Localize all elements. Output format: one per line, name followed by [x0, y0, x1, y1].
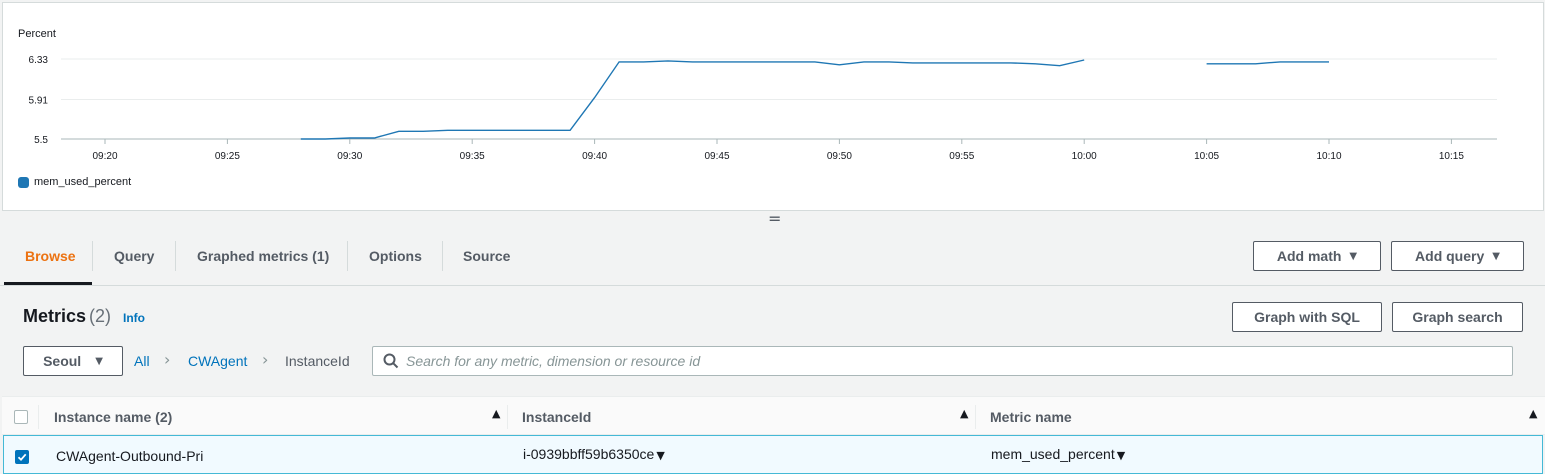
x-tick-label: 10:00: [1072, 151, 1097, 162]
sort-up-icon[interactable]: ▲: [1529, 407, 1537, 420]
checkmark-icon: [17, 453, 27, 462]
dropdown-arrow-icon[interactable]: ▼: [1117, 449, 1125, 462]
graph-search-button[interactable]: Graph search: [1392, 302, 1523, 332]
row-checkbox[interactable]: [15, 450, 29, 464]
metric-graph-panel: 6.33 5.91 5.5 09:20 09:25 09:30 09:35 09:40 09:4…: [2, 2, 1544, 211]
add-query-label: Add query: [1415, 248, 1485, 264]
x-tick-label: 10:05: [1194, 151, 1219, 162]
chevron-right-icon: ›: [262, 350, 269, 369]
tab-query[interactable]: Query: [93, 241, 175, 271]
breadcrumb-cwagent[interactable]: CWAgent: [188, 353, 247, 369]
panel-resize-handle[interactable]: =: [768, 211, 781, 227]
add-math-label: Add math: [1276, 248, 1342, 264]
tab-options[interactable]: Options: [348, 241, 443, 271]
select-all-checkbox[interactable]: [14, 410, 28, 424]
x-tick-label: 09:50: [827, 151, 852, 162]
x-tick-label: 09:30: [337, 151, 362, 162]
tabs-bar: Browse Query Graphed metrics (1) Options…: [0, 228, 1545, 286]
caret-down-icon: ▼: [1349, 250, 1358, 262]
caret-down-icon: ▼: [95, 355, 103, 367]
x-tick-label: 09:40: [582, 151, 607, 162]
series-line-mem-used-percent: [1206, 61, 1329, 65]
x-tick-label: 09:25: [215, 151, 240, 162]
search-icon: [383, 353, 399, 369]
y-axis-label: Percent: [18, 28, 56, 40]
legend-label: mem_used_percent: [34, 176, 132, 188]
column-divider: [507, 405, 508, 429]
tab-graphed-metrics[interactable]: Graphed metrics (1): [176, 241, 350, 271]
column-header-instanceid[interactable]: InstanceId: [522, 409, 591, 425]
y-tick-label: 5.91: [29, 95, 49, 106]
x-tick-label: 09:55: [949, 151, 974, 162]
dropdown-arrow-icon[interactable]: ▼: [656, 449, 664, 462]
tab-source[interactable]: Source: [442, 241, 531, 271]
y-tick-label: 6.33: [29, 55, 49, 66]
cell-instance-name: CWAgent-Outbound-Pri: [56, 448, 204, 464]
chart-legend[interactable]: mem_used_percent: [18, 176, 131, 188]
table-header: Instance name (2) ▲ InstanceId ▲ Metric …: [2, 396, 1545, 435]
tab-browse[interactable]: Browse: [4, 241, 97, 271]
x-tick-label: 09:35: [460, 151, 485, 162]
x-tick-label: 09:45: [704, 151, 729, 162]
cell-instance-id[interactable]: i-0939bbff59b6350ce ▼: [523, 446, 665, 462]
metric-search-box[interactable]: [372, 346, 1513, 376]
breadcrumb-all[interactable]: All: [134, 353, 150, 369]
metrics-heading: Metrics: [23, 306, 87, 326]
region-label: Seoul: [43, 353, 82, 369]
region-select[interactable]: Seoul ▼: [23, 346, 123, 376]
x-tick-label: 09:20: [92, 151, 117, 162]
instance-id-value: i-0939bbff59b6350ce: [523, 446, 655, 462]
info-link[interactable]: Info: [123, 311, 145, 325]
graph-with-sql-button[interactable]: Graph with SQL: [1232, 302, 1382, 332]
chevron-right-icon: ›: [164, 350, 171, 369]
metrics-count: (2): [89, 306, 111, 326]
column-divider: [975, 405, 976, 429]
legend-swatch: [18, 176, 29, 188]
caret-down-icon: ▼: [1492, 250, 1500, 262]
x-tick-label: 10:10: [1316, 151, 1341, 162]
column-divider: [38, 405, 39, 429]
cell-metric-name[interactable]: mem_used_percent ▼: [991, 446, 1125, 462]
column-header-instance-name[interactable]: Instance name (2): [54, 409, 172, 425]
search-input[interactable]: [406, 351, 1496, 371]
breadcrumb-instanceid: InstanceId: [285, 353, 350, 369]
line-chart[interactable]: 6.33 5.91 5.5 09:20 09:25 09:30 09:35 09:40 09:4…: [3, 3, 1543, 210]
sort-up-icon[interactable]: ▲: [960, 407, 968, 420]
sort-up-icon[interactable]: ▲: [492, 407, 500, 420]
table-row[interactable]: CWAgent-Outbound-Pri i-0939bbff59b6350ce…: [3, 435, 1543, 474]
column-header-metric-name[interactable]: Metric name: [990, 409, 1072, 425]
metric-name-value: mem_used_percent: [991, 446, 1115, 462]
x-tick-label: 10:15: [1439, 151, 1464, 162]
add-math-button[interactable]: Add math ▼: [1253, 241, 1381, 271]
y-tick-label: 5.5: [34, 135, 48, 146]
active-tab-indicator: [4, 282, 92, 285]
add-query-button[interactable]: Add query ▼: [1391, 241, 1524, 271]
